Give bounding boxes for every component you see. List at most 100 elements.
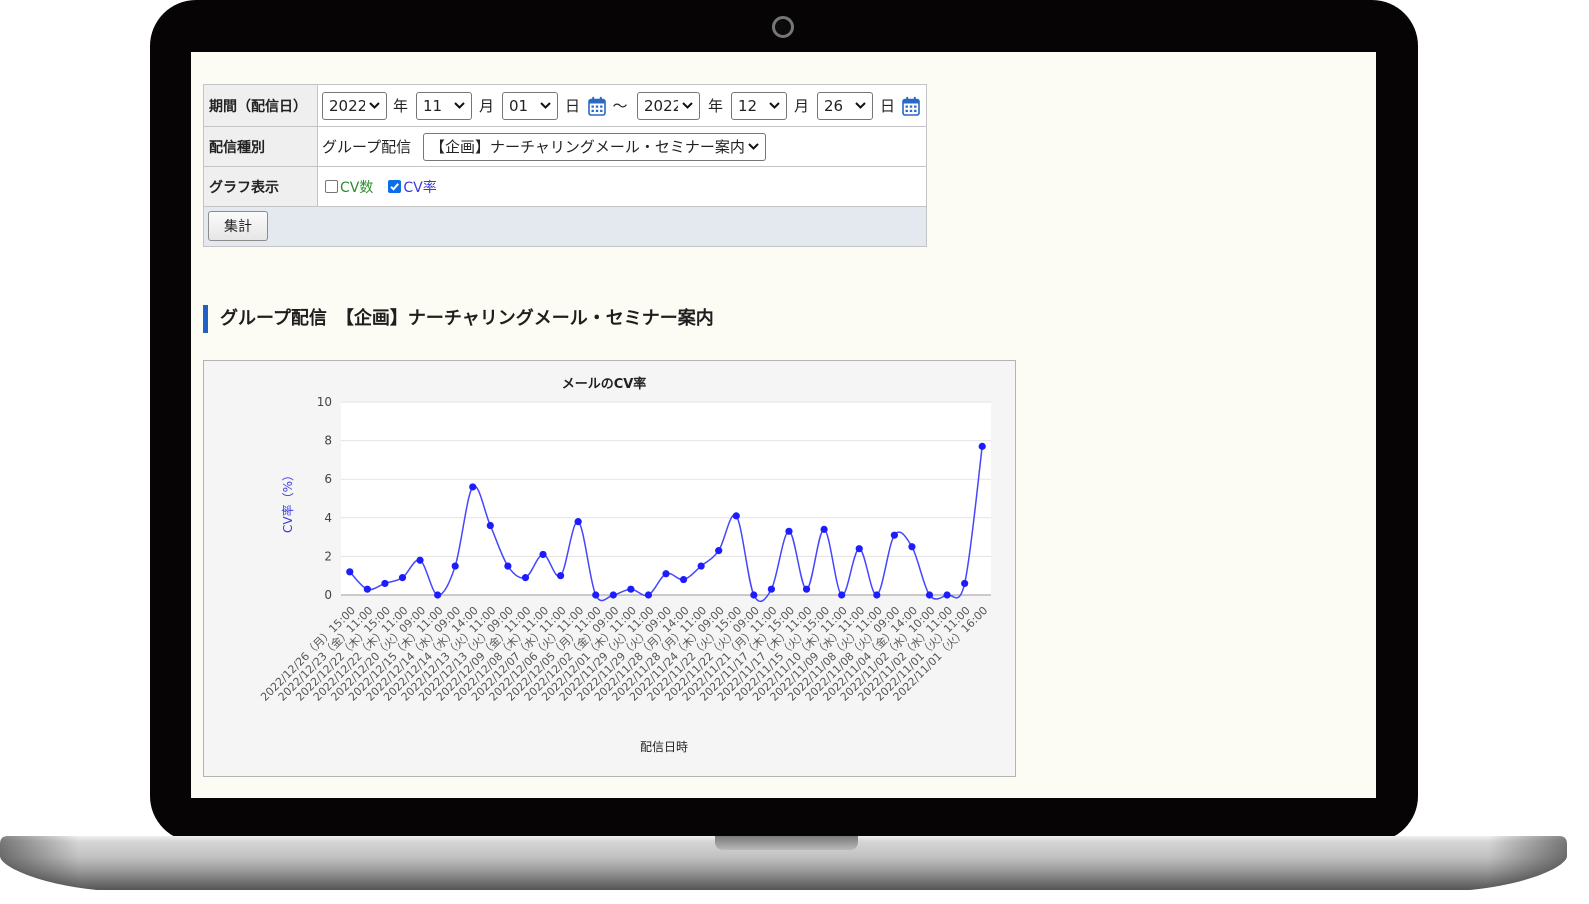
campaign-select-value: 【企画】ナーチャリングメール・セミナー案内 (430, 138, 744, 156)
graph-display-label: グラフ表示 (204, 167, 318, 206)
period-fields: 2022 年 11 月 01 日 ～ 202 年 12 月 26 日 (318, 85, 926, 126)
section-title-bar (203, 305, 208, 333)
x-axis-label: 配信日時 (640, 740, 688, 754)
chart-panel: メールのCV率 0 2 4 6 8 10 CV率（%） 2022/12/26（月）15:0… (203, 360, 1016, 777)
data-point (539, 550, 547, 559)
calendar-icon[interactable] (588, 96, 606, 116)
data-point (838, 591, 846, 599)
data-point (750, 591, 758, 599)
data-point (662, 570, 670, 578)
graph-display-options: CV数 CV率 (318, 167, 926, 206)
campaign-select[interactable]: 【企画】ナーチャリングメール・セミナー案内 (423, 132, 766, 161)
period-row: 期間（配信日） 2022 年 11 月 01 日 ～ 202 年 12 月 26… (204, 85, 926, 127)
range-separator: ～ (612, 97, 628, 115)
data-point (715, 547, 723, 555)
data-point (398, 574, 407, 582)
chevron-down-icon (855, 102, 866, 109)
end-day-select[interactable]: 26 (817, 91, 873, 120)
y-tick-label: 8 (324, 434, 332, 448)
day-unit: 日 (880, 97, 896, 115)
month-unit: 月 (794, 97, 810, 115)
chevron-down-icon (369, 102, 380, 109)
data-point (574, 518, 582, 526)
data-point (627, 585, 635, 593)
data-point (943, 591, 951, 599)
start-year-value: 2022 (329, 96, 365, 115)
chevron-down-icon (540, 102, 551, 109)
data-point (873, 591, 881, 599)
y-axis-ticks: 0 2 4 6 8 10 (317, 395, 332, 602)
data-point (469, 483, 477, 491)
data-point (697, 562, 705, 570)
y-tick-label: 6 (324, 472, 332, 486)
y-tick-label: 10 (317, 395, 332, 409)
y-tick-label: 4 (324, 511, 332, 525)
section-title: グループ配信 【企画】ナーチャリングメール・セミナー案内 (220, 308, 714, 329)
cv-rate-line-chart: メールのCV率 0 2 4 6 8 10 CV率（%） 2022/12/26（月）15:0… (258, 376, 991, 754)
data-point (732, 512, 740, 520)
data-point (961, 579, 969, 588)
data-point (908, 543, 916, 551)
data-point (785, 527, 793, 535)
start-year-select[interactable]: 2022 (322, 91, 387, 120)
delivery-type-row: 配信種別 グループ配信 【企画】ナーチャリングメール・セミナー案内 (204, 127, 926, 167)
chevron-down-icon (682, 102, 693, 109)
start-day-value: 01 (509, 96, 529, 115)
data-point (434, 591, 442, 599)
chevron-down-icon (454, 102, 465, 109)
cv-count-label[interactable]: CV数 (340, 177, 373, 197)
y-axis-label: CV率（%） (280, 469, 295, 533)
cv-rate-checkbox[interactable] (388, 180, 402, 193)
y-tick-label: 2 (324, 549, 332, 563)
start-month-select[interactable]: 11 (416, 91, 472, 120)
data-point (802, 585, 811, 593)
delivery-type-text: グループ配信 (322, 138, 412, 156)
laptop-screen: 期間（配信日） 2022 年 11 月 01 日 ～ 202 年 12 月 26… (191, 52, 1376, 798)
start-month-value: 11 (423, 96, 443, 115)
data-point (925, 591, 934, 599)
aggregate-button[interactable]: 集計 (208, 211, 268, 241)
calendar-icon[interactable] (902, 96, 920, 116)
data-point (609, 591, 617, 599)
data-point (978, 442, 986, 450)
start-day-select[interactable]: 01 (502, 91, 558, 120)
year-unit: 年 (708, 97, 724, 115)
data-point (504, 562, 512, 570)
search-form: 期間（配信日） 2022 年 11 月 01 日 ～ 202 年 12 月 26… (203, 84, 927, 247)
period-label: 期間（配信日） (204, 85, 318, 126)
cv-count-checkbox[interactable] (325, 180, 338, 193)
check-icon (390, 183, 400, 191)
data-point (381, 579, 389, 588)
end-month-select[interactable]: 12 (731, 91, 787, 120)
delivery-type-fields: グループ配信 【企画】ナーチャリングメール・セミナー案内 (318, 127, 926, 166)
month-unit: 月 (479, 97, 495, 115)
year-unit: 年 (393, 97, 409, 115)
chevron-down-icon (748, 143, 759, 150)
submit-row: 集計 (204, 207, 926, 246)
end-year-value: 2022 (644, 96, 678, 115)
end-month-value: 12 (738, 96, 758, 115)
delivery-type-label: 配信種別 (204, 127, 318, 166)
data-point (521, 574, 530, 582)
data-point (820, 525, 828, 533)
data-point (346, 568, 354, 576)
data-point (363, 585, 371, 593)
data-point (556, 572, 565, 580)
plot-area (341, 402, 991, 595)
chart-title: メールのCV率 (562, 376, 647, 392)
chevron-down-icon (769, 102, 780, 109)
y-tick-label: 0 (324, 588, 332, 602)
cv-rate-label[interactable]: CV率 (403, 177, 436, 197)
x-axis-ticks: 2022/12/26（月）15:002022/12/23（金）11:002022… (258, 603, 990, 703)
graph-display-row: グラフ表示 CV数 CV率 (204, 167, 926, 207)
data-point (767, 585, 776, 593)
end-day-value: 26 (824, 96, 844, 115)
data-point (679, 575, 688, 584)
data-point (486, 521, 494, 530)
camera-icon (772, 16, 794, 38)
data-point (644, 591, 653, 599)
laptop-notch (715, 836, 858, 850)
data-point (416, 556, 424, 564)
end-year-select[interactable]: 2022 (637, 91, 700, 120)
data-point (855, 545, 863, 553)
